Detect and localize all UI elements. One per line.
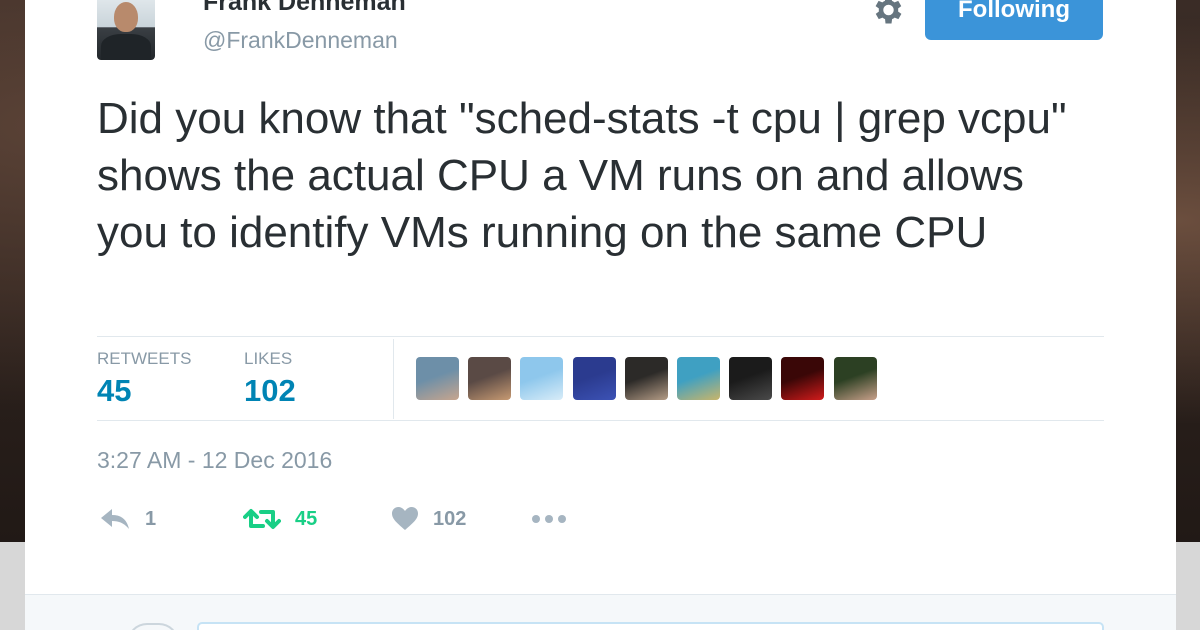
- more-button[interactable]: [531, 502, 567, 536]
- liker-avatar-5[interactable]: [624, 357, 668, 400]
- liker-avatar-1[interactable]: [416, 357, 459, 400]
- tweet-timestamp[interactable]: 3:27 AM - 12 Dec 2016: [97, 447, 332, 474]
- divider: [97, 420, 1104, 421]
- reply-button[interactable]: 1: [99, 502, 156, 536]
- more-dots-icon: [532, 515, 566, 523]
- like-button[interactable]: 102: [391, 502, 466, 536]
- liker-avatar-6[interactable]: [677, 357, 720, 400]
- likes-label[interactable]: LIKES: [244, 349, 292, 369]
- tweet-text: Did you know that "sched-stats -t cpu | …: [97, 94, 1067, 257]
- gear-icon[interactable]: [869, 0, 905, 28]
- following-button[interactable]: Following: [925, 0, 1103, 40]
- likes-count[interactable]: 102: [244, 373, 296, 409]
- author-name[interactable]: Frank Denneman: [203, 0, 406, 17]
- liker-avatar-4[interactable]: [572, 357, 616, 400]
- heart-icon: [392, 507, 418, 530]
- liker-avatar-9[interactable]: [833, 357, 877, 400]
- reply-icon: [101, 509, 129, 529]
- liker-avatar-7[interactable]: [729, 357, 773, 400]
- author-avatar[interactable]: [97, 0, 155, 60]
- like-count: 102: [433, 507, 467, 530]
- reply-input[interactable]: [197, 622, 1104, 630]
- retweets-label[interactable]: RETWEETS: [97, 349, 191, 369]
- liker-avatar-3[interactable]: [520, 357, 564, 400]
- avatar-body: [101, 34, 151, 60]
- retweet-button[interactable]: 45: [243, 502, 317, 536]
- liker-avatar-2[interactable]: [468, 357, 512, 400]
- stats-divider: [393, 339, 394, 419]
- retweets-count[interactable]: 45: [97, 373, 131, 409]
- divider: [97, 336, 1104, 337]
- avatar-face: [114, 2, 138, 32]
- liker-avatar-8[interactable]: [781, 357, 825, 400]
- reply-count: 1: [145, 507, 157, 530]
- author-handle[interactable]: @FrankDenneman: [203, 27, 398, 54]
- retweet-icon: [243, 509, 281, 529]
- retweet-count: 45: [295, 507, 318, 530]
